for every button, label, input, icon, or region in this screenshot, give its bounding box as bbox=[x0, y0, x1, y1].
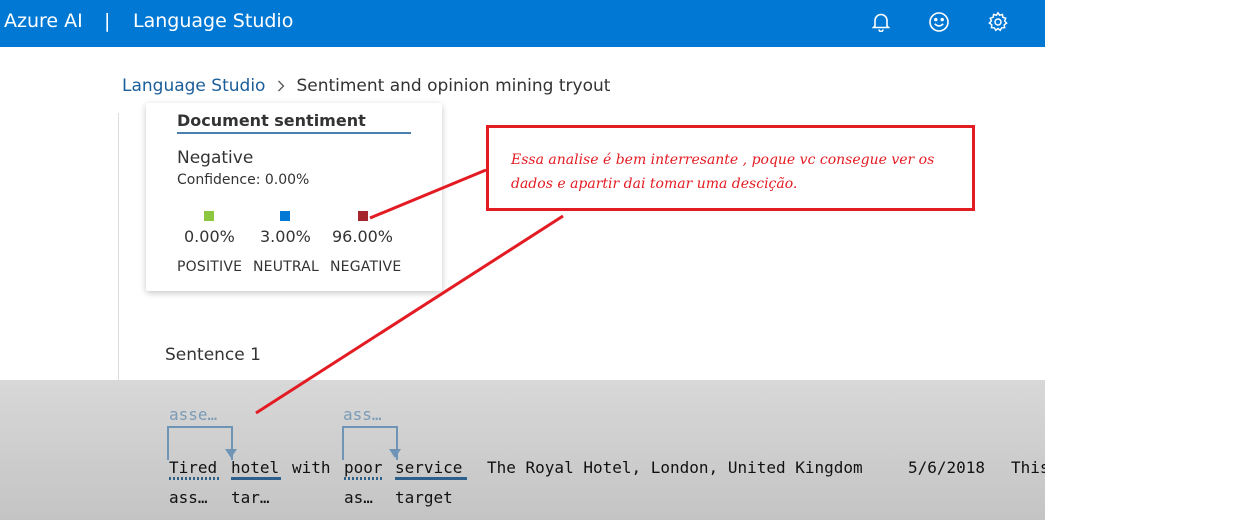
annotation-text: Essa analise é bem interresante , poque … bbox=[511, 152, 935, 192]
app-window: Azure AI | Language Studio Language Stud… bbox=[0, 0, 1045, 520]
blank-area bbox=[1045, 0, 1242, 520]
annotation-callout: Essa analise é bem interresante , poque … bbox=[486, 125, 975, 211]
annotation-pointer-lines bbox=[255, 168, 564, 415]
